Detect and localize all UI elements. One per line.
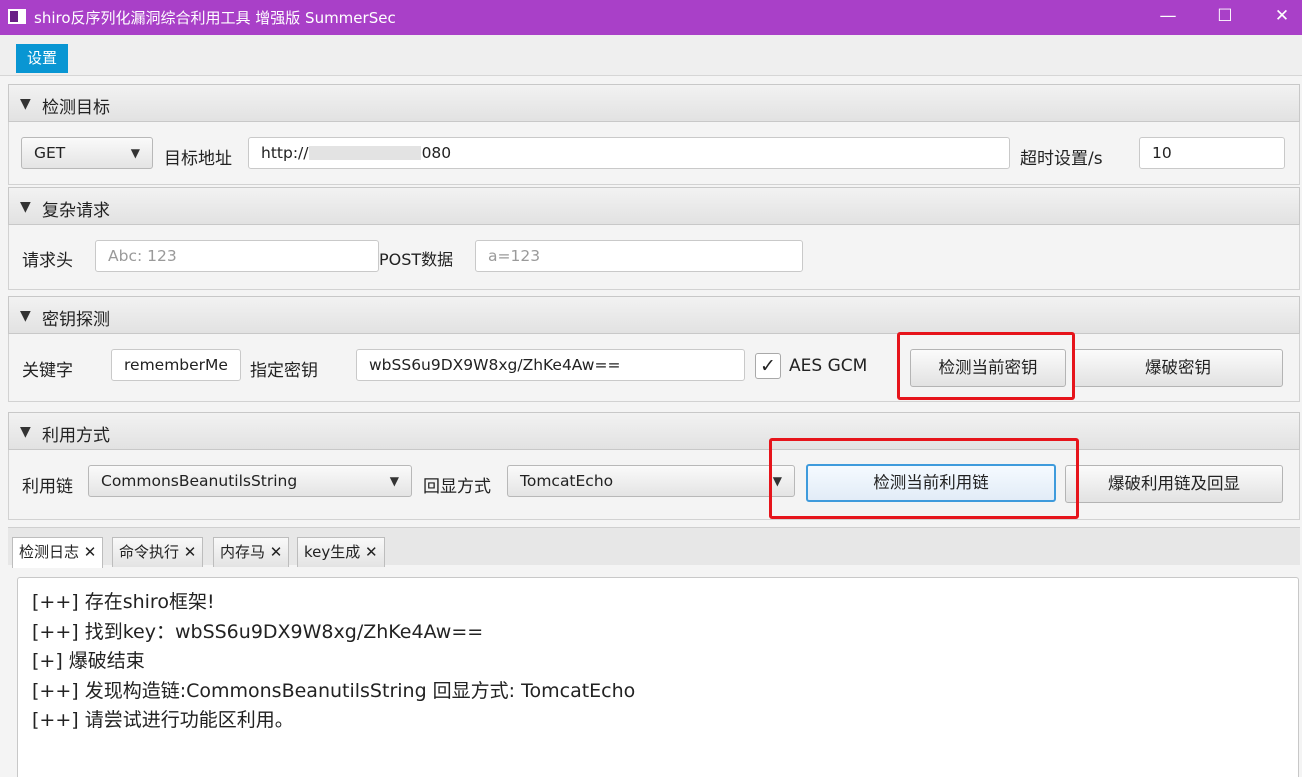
exploit-section-title: 利用方式: [42, 426, 110, 446]
tab-label: 内存马: [220, 543, 266, 561]
target-section-body: GET ▼ 目标地址 http://:8080 超时设置/s 10: [8, 122, 1300, 185]
method-value: GET: [34, 144, 66, 162]
keyword-label: 关键字: [22, 361, 73, 381]
log-output[interactable]: [++] 存在shiro框架! [++] 找到key：wbSS6u9DX9W8x…: [17, 577, 1299, 777]
expand-arrow-icon: ▼: [20, 308, 31, 324]
tab-memshell[interactable]: 内存马 ✕: [213, 537, 290, 567]
menu-bar: 设置: [0, 35, 1302, 76]
chain-value: CommonsBeanutilsString: [101, 472, 298, 490]
target-section-title: 检测目标: [42, 98, 110, 118]
url-prefix: http://: [261, 144, 309, 162]
log-line: [++] 请尝试进行功能区利用。: [32, 709, 294, 731]
log-line: [++] 找到key：wbSS6u9DX9W8xg/ZhKe4Aw==: [32, 620, 484, 643]
tab-label: 命令执行: [119, 543, 180, 561]
chain-label: 利用链: [22, 477, 73, 497]
timeout-input[interactable]: 10: [1139, 137, 1285, 169]
tab-detect-log[interactable]: 检测日志 ✕: [12, 537, 104, 568]
log-line: [++] 发现构造链:CommonsBeanutilsString 回显方式: …: [32, 679, 636, 702]
key-label: 指定密钥: [250, 361, 318, 381]
headers-label: 请求头: [22, 251, 73, 271]
post-data-input[interactable]: a=123: [475, 240, 803, 272]
window-title: shiro反序列化漏洞综合利用工具 增强版 SummerSec: [34, 9, 396, 27]
method-select[interactable]: GET ▼: [21, 137, 153, 169]
tab-command-exec[interactable]: 命令执行 ✕: [112, 537, 204, 567]
exploit-section-header[interactable]: ▼ 利用方式: [8, 412, 1300, 450]
log-line: [++] 存在shiro框架!: [32, 591, 215, 613]
close-icon[interactable]: ✕: [1262, 0, 1302, 35]
close-icon[interactable]: ✕: [270, 543, 283, 561]
brute-chain-button[interactable]: 爆破利用链及回显: [1065, 465, 1283, 503]
app-icon: [8, 9, 26, 24]
headers-input[interactable]: Abc: 123: [95, 240, 379, 272]
complex-section-title: 复杂请求: [42, 201, 110, 221]
tab-label: key生成: [304, 543, 361, 561]
close-icon[interactable]: ✕: [365, 543, 378, 561]
redaction-blur: [309, 146, 421, 160]
url-label: 目标地址: [164, 149, 232, 169]
chevron-down-icon: ▼: [389, 474, 399, 488]
expand-arrow-icon: ▼: [20, 199, 31, 215]
echo-select[interactable]: TomcatEcho ▼: [507, 465, 795, 497]
echo-value: TomcatEcho: [520, 472, 614, 490]
key-input[interactable]: wbSS6u9DX9W8xg/ZhKe4Aw==: [356, 349, 745, 381]
chevron-down-icon: ▼: [130, 146, 140, 160]
minimize-icon[interactable]: —: [1148, 0, 1188, 35]
expand-arrow-icon: ▼: [20, 96, 31, 112]
key-section-header[interactable]: ▼ 密钥探测: [8, 296, 1300, 334]
key-section-body: 关键字 rememberMe 指定密钥 wbSS6u9DX9W8xg/ZhKe4…: [8, 334, 1300, 402]
close-icon[interactable]: ✕: [184, 543, 197, 561]
log-line: [+] 爆破结束: [32, 650, 145, 672]
brute-key-button[interactable]: 爆破密钥: [1073, 349, 1283, 387]
highlight-box: [897, 332, 1075, 400]
target-section-header[interactable]: ▼ 检测目标: [8, 84, 1300, 122]
chain-select[interactable]: CommonsBeanutilsString ▼: [88, 465, 412, 497]
checkmark-icon: ✓: [760, 355, 776, 377]
post-label: POST数据: [379, 250, 454, 269]
exploit-section-body: 利用链 CommonsBeanutilsString ▼ 回显方式 Tomcat…: [8, 450, 1300, 520]
title-bar: shiro反序列化漏洞综合利用工具 增强版 SummerSec — ☐ ✕: [0, 0, 1302, 35]
maximize-icon[interactable]: ☐: [1205, 0, 1245, 35]
highlight-box: [769, 438, 1079, 519]
complex-section-body: 请求头 Abc: 123 POST数据 a=123: [8, 225, 1300, 290]
expand-arrow-icon: ▼: [20, 424, 31, 440]
tab-key-gen[interactable]: key生成 ✕: [297, 537, 385, 567]
keyword-input[interactable]: rememberMe: [111, 349, 241, 381]
key-section-title: 密钥探测: [42, 310, 110, 330]
timeout-label: 超时设置/s: [1020, 149, 1103, 169]
tab-label: 检测日志: [19, 543, 80, 561]
tab-bar: 检测日志 ✕ 命令执行 ✕ 内存马 ✕ key生成 ✕: [8, 527, 1300, 568]
close-icon[interactable]: ✕: [84, 543, 97, 561]
aes-gcm-checkbox[interactable]: ✓: [755, 353, 781, 379]
echo-label: 回显方式: [423, 477, 491, 497]
complex-section-header[interactable]: ▼ 复杂请求: [8, 187, 1300, 225]
aes-gcm-label: AES GCM: [789, 356, 868, 376]
settings-menu[interactable]: 设置: [16, 44, 69, 73]
